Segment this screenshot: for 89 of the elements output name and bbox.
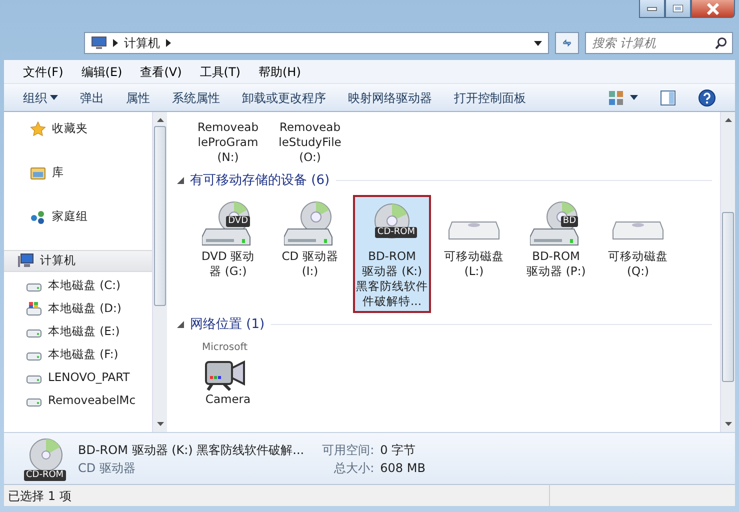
windows-drive-icon [26, 300, 42, 316]
scrollbar[interactable] [152, 112, 167, 432]
drive-item[interactable]: DVD DVD 驱动 器 (G:) [189, 194, 267, 282]
section-heading[interactable]: 有可移动存储的设备 (6) [190, 171, 330, 190]
item-name: BD-ROM 驱动器 (K:) 黑客防线软件破解... [78, 442, 304, 458]
item-type: CD 驱动器 [78, 460, 136, 476]
menu-item[interactable]: 工具(T) [190, 62, 250, 80]
drive-label: Camera [205, 392, 251, 407]
toolbar-button[interactable]: 打开控制面板 [443, 86, 537, 110]
scrollbar[interactable] [720, 112, 735, 432]
removable-drive-icon [448, 220, 500, 240]
field-value: 608 MB [380, 460, 426, 476]
star-icon [30, 121, 46, 137]
drive-label: CD 驱动器 (I:) [282, 248, 338, 278]
drive-type-tag: DVD [226, 216, 250, 226]
drive-label: 可移动磁盘 (Q:) [608, 248, 668, 278]
chevron-icon [166, 39, 171, 47]
close-icon [707, 2, 719, 14]
scroll-down-icon [156, 422, 164, 426]
caret-icon [630, 95, 638, 100]
drive-item[interactable]: Removeab leProGram (N:) [189, 116, 267, 169]
drive-type-tag: CD-ROM [375, 226, 417, 238]
field-label: 总大小: [333, 460, 374, 476]
collapse-arrow-icon [177, 177, 184, 184]
drive-item[interactable]: CD 驱动器 (I:) [271, 194, 349, 282]
status-text: 已选择 1 项 [8, 488, 72, 504]
sidebar-item[interactable]: LENOVO_PART [4, 366, 152, 389]
caret-icon [50, 95, 58, 100]
brand-text: Microsoft [202, 342, 248, 353]
view-grid-icon [608, 90, 624, 106]
drive-item[interactable]: 可移动磁盘 (Q:) [599, 194, 677, 282]
drive-item[interactable]: CD-ROM BD-ROM 驱动器 (K:) 黑客防线软件 件破解特... [353, 194, 431, 312]
drive-label: 可移动磁盘 (L:) [444, 248, 504, 278]
toolbar-button[interactable]: 弹出 [69, 86, 115, 110]
section-heading[interactable]: 网络位置 (1) [190, 314, 265, 334]
address-field[interactable]: 计算机 [84, 32, 549, 54]
maximize-icon [672, 3, 684, 14]
search-field[interactable]: 搜索 计算机 [585, 32, 733, 54]
toolbar-button[interactable]: 属性 [115, 86, 161, 110]
drive-item[interactable]: Removeab leStudyFile (O:) [271, 116, 349, 169]
field-label: 可用空间: [322, 442, 374, 458]
computer-icon [18, 253, 34, 269]
sidebar-item[interactable]: 计算机 [4, 250, 152, 272]
pane-icon [660, 90, 676, 106]
scroll-up-icon [156, 118, 164, 122]
sidebar-item[interactable]: RemoveabelMc [4, 389, 152, 412]
homegroup-icon [30, 209, 46, 225]
scroll-down-icon [724, 422, 732, 426]
menu-item[interactable]: 文件(F) [14, 62, 72, 80]
drive-label: Removeab leProGram (N:) [197, 120, 258, 165]
chevron-icon [113, 39, 118, 47]
drive-label: DVD 驱动 器 (G:) [201, 248, 255, 278]
toolbar-button[interactable]: 系统属性 [161, 86, 231, 110]
sidebar-item[interactable]: 本地磁盘 (F:) [4, 343, 152, 366]
refresh-icon [562, 37, 572, 49]
collapse-arrow-icon [177, 320, 184, 328]
sidebar-item[interactable]: 库 [4, 162, 152, 184]
dropdown-arrow-icon [534, 40, 542, 46]
maximize-button[interactable] [665, 0, 691, 18]
menu-item[interactable]: 帮助(H) [250, 62, 310, 80]
drive-type-tag: CD-ROM [24, 470, 66, 480]
scroll-up-icon [724, 118, 732, 122]
help-icon [698, 88, 716, 107]
close-button[interactable] [691, 0, 735, 18]
search-icon [715, 37, 727, 49]
computer-icon [91, 36, 107, 50]
drive-label: Removeab leStudyFile (O:) [278, 120, 342, 165]
toolbar-button[interactable]: 组织 [12, 86, 69, 110]
drive-item[interactable]: 可移动磁盘 (L:) [435, 194, 513, 282]
library-folder-icon [30, 165, 46, 181]
menu-item[interactable]: 编辑(E) [72, 62, 132, 80]
minimize-button[interactable] [639, 0, 665, 18]
sidebar-item[interactable]: 本地磁盘 (C:) [4, 274, 152, 297]
removable-drive-icon [612, 220, 664, 240]
sidebar-item[interactable]: 家庭组 [4, 206, 152, 228]
refresh-button[interactable] [555, 32, 579, 54]
drive-label: BD-ROM 驱动器 (P:) [526, 248, 586, 278]
menu-item[interactable]: 查看(V) [131, 62, 191, 80]
minimize-icon [647, 6, 657, 10]
toolbar-button[interactable]: 卸载或更改程序 [231, 86, 337, 110]
sidebar-item[interactable]: 本地磁盘 (D:) [4, 297, 152, 320]
toolbar-button[interactable]: 映射网络驱动器 [337, 86, 443, 110]
drive-label: BD-ROM 驱动器 (K:) 黑客防线软件 件破解特... [356, 248, 428, 308]
drive-item[interactable]: Microsoft Camera [189, 338, 267, 411]
sidebar-item[interactable]: 本地磁盘 (E:) [4, 320, 152, 343]
sidebar-item[interactable]: 收藏夹 [4, 118, 152, 140]
drive-item[interactable]: BD BD-ROM 驱动器 (P:) [517, 194, 595, 282]
field-value: 0 字节 [380, 442, 417, 458]
breadcrumb-item[interactable]: 计算机 [124, 34, 160, 52]
